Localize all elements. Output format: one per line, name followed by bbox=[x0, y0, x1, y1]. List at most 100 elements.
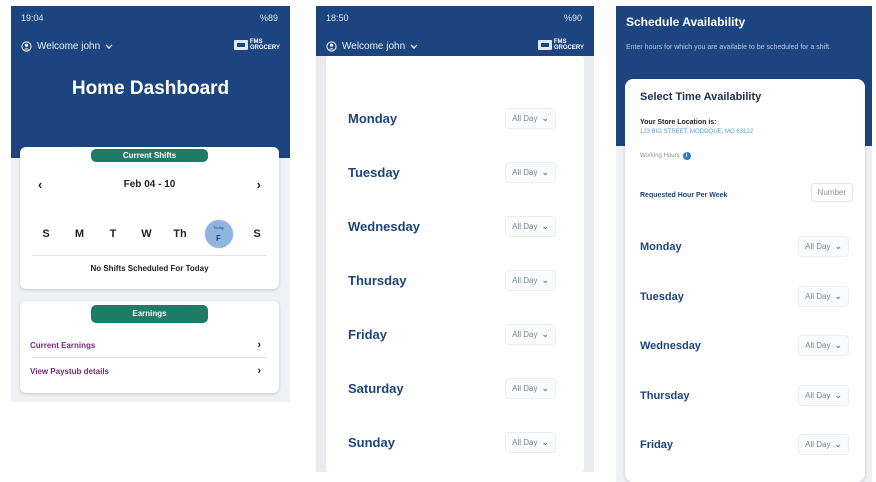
day-sunday[interactable]: S bbox=[36, 228, 56, 240]
day-name: Friday bbox=[640, 438, 674, 451]
day-select[interactable]: All Day ⌄ bbox=[798, 236, 849, 257]
day-select[interactable]: All Day ⌄ bbox=[505, 324, 556, 345]
day-select[interactable]: All Day ⌄ bbox=[798, 434, 849, 455]
day-select-value: All Day bbox=[805, 440, 831, 449]
day-thursday[interactable]: Th bbox=[170, 228, 190, 240]
welcome-label: Welcome john bbox=[342, 41, 406, 52]
page-title: Home Dashboard bbox=[71, 78, 230, 99]
day-name: Tuesday bbox=[348, 165, 400, 180]
day-row-thursday: Thursday All Day ⌄ bbox=[640, 385, 849, 406]
day-select[interactable]: All Day ⌄ bbox=[505, 378, 556, 399]
header: 19:04 %89 Welcome john FMS GROCERY Home … bbox=[11, 6, 290, 158]
chevron-down-icon: ⌄ bbox=[834, 291, 842, 301]
day-friday-label: F bbox=[216, 234, 221, 243]
day-select-value: All Day bbox=[805, 292, 831, 301]
no-shifts-message: No Shifts Scheduled For Today bbox=[90, 264, 209, 273]
day-row-friday: Friday All Day ⌄ bbox=[640, 434, 849, 455]
chevron-down-icon: ⌄ bbox=[834, 390, 842, 400]
chevron-down-icon: ⌄ bbox=[834, 439, 842, 449]
store-location-label: Your Store Location is: bbox=[640, 119, 717, 126]
day-row-tuesday: Tuesday All Day ⌄ bbox=[348, 162, 556, 183]
card-title: Select Time Availability bbox=[640, 91, 762, 103]
current-shifts-card: Current Shifts ‹ Feb 04 - 10 › S M T W T… bbox=[20, 147, 279, 289]
welcome-label: Welcome john bbox=[37, 41, 101, 52]
logo-line2: GROCERY bbox=[553, 45, 584, 51]
day-select[interactable]: All Day ⌄ bbox=[798, 385, 849, 406]
day-name: Monday bbox=[348, 111, 398, 126]
day-select-value: All Day bbox=[512, 168, 538, 177]
day-select[interactable]: All Day ⌄ bbox=[798, 286, 849, 307]
day-select-value: All Day bbox=[512, 114, 538, 123]
day-name: Friday bbox=[348, 327, 388, 342]
day-name: Wednesday bbox=[640, 339, 701, 352]
logo-line2: GROCERY bbox=[249, 45, 280, 51]
chevron-down-icon: ⌄ bbox=[541, 167, 549, 177]
status-battery: %90 bbox=[563, 13, 582, 23]
working-hours-label: Working Hours bbox=[640, 153, 680, 159]
page-title: Schedule Availability bbox=[626, 15, 746, 29]
current-earnings-link[interactable]: Current Earnings › bbox=[30, 339, 261, 351]
earnings-card: Earnings Current Earnings › View Paystub… bbox=[20, 301, 279, 393]
day-select[interactable]: All Day ⌄ bbox=[505, 162, 556, 183]
info-icon[interactable]: i bbox=[682, 152, 691, 160]
status-bar: 19:04 %89 bbox=[21, 13, 278, 25]
page-subtitle: Enter hours for which you are available … bbox=[626, 44, 832, 51]
header: 18:50 %90 Welcome john FMS GROCERY bbox=[316, 6, 594, 56]
welcome-menu[interactable]: Welcome john bbox=[21, 41, 113, 52]
chevron-down-icon: ⌄ bbox=[834, 340, 842, 350]
day-name: Monday bbox=[640, 240, 682, 253]
store-icon bbox=[537, 40, 552, 50]
user-circle-icon bbox=[21, 41, 32, 52]
day-row-wednesday: Wednesday All Day ⌄ bbox=[640, 335, 849, 356]
day-monday[interactable]: M bbox=[70, 228, 90, 240]
day-name: Thursday bbox=[640, 389, 690, 402]
day-wednesday[interactable]: W bbox=[137, 228, 157, 240]
chevron-left-icon[interactable]: ‹ bbox=[38, 177, 42, 192]
time-availability-card: Select Time Availability Your Store Loca… bbox=[625, 79, 865, 482]
chevron-right-icon: › bbox=[257, 339, 261, 351]
day-select[interactable]: All Day ⌄ bbox=[505, 108, 556, 129]
day-row-friday: Friday All Day ⌄ bbox=[348, 324, 556, 345]
working-hours: Working Hours i bbox=[640, 152, 691, 160]
week-label: Feb 04 - 10 bbox=[123, 179, 176, 190]
day-select-value: All Day bbox=[805, 391, 831, 400]
store-icon bbox=[233, 40, 248, 50]
day-select[interactable]: All Day ⌄ bbox=[505, 216, 556, 237]
day-select[interactable]: All Day ⌄ bbox=[505, 432, 556, 453]
requested-hours-input[interactable]: Number bbox=[810, 183, 853, 202]
current-shifts-pill: Current Shifts bbox=[91, 149, 208, 162]
chevron-down-icon: ⌄ bbox=[541, 275, 549, 285]
day-name: Tuesday bbox=[640, 290, 684, 303]
day-row-saturday: Saturday All Day ⌄ bbox=[348, 378, 556, 399]
day-select-value: All Day bbox=[805, 341, 831, 350]
store-location-link[interactable]: 123 BIG STREET, MODOQUE, MO 63122 bbox=[640, 129, 753, 135]
earnings-pill: Earnings bbox=[91, 305, 208, 323]
view-paystub-link[interactable]: View Paystub details › bbox=[30, 365, 261, 377]
day-select-value: All Day bbox=[512, 438, 538, 447]
chevron-down-icon: ⌄ bbox=[834, 241, 842, 251]
schedule-availability-screen: Schedule Availability Enter hours for wh… bbox=[616, 6, 872, 482]
welcome-menu[interactable]: Welcome john bbox=[326, 41, 418, 52]
availability-panel: Monday All Day ⌄ Tuesday All Day ⌄ Wednesd… bbox=[326, 56, 584, 472]
day-friday-today[interactable]: Today F bbox=[203, 219, 234, 249]
status-bar: 18:50 %90 bbox=[326, 13, 582, 25]
chevron-down-icon bbox=[105, 44, 113, 49]
chevron-down-icon: ⌄ bbox=[541, 437, 549, 447]
day-saturday[interactable]: S bbox=[247, 228, 267, 240]
day-select-value: All Day bbox=[512, 222, 538, 231]
day-select-value: All Day bbox=[512, 330, 538, 339]
requested-hours-label: Requested Hour Per Week bbox=[640, 192, 728, 199]
day-tuesday[interactable]: T bbox=[103, 228, 123, 240]
view-paystub-label: View Paystub details bbox=[30, 366, 109, 376]
brand-logo: FMS GROCERY bbox=[537, 39, 584, 51]
chevron-down-icon: ⌄ bbox=[541, 113, 549, 123]
day-select[interactable]: All Day ⌄ bbox=[798, 335, 849, 356]
availability-list-screen: 18:50 %90 Welcome john FMS GROCERY Monda… bbox=[316, 6, 594, 472]
chevron-right-icon[interactable]: › bbox=[257, 177, 261, 192]
week-navigator: ‹ Feb 04 - 10 › bbox=[38, 177, 261, 192]
divider bbox=[32, 255, 267, 256]
day-select[interactable]: All Day ⌄ bbox=[505, 270, 556, 291]
day-select-value: All Day bbox=[805, 242, 831, 251]
chevron-down-icon: ⌄ bbox=[541, 221, 549, 231]
home-dashboard-screen: 19:04 %89 Welcome john F M S GROCERY Home … bbox=[11, 6, 290, 402]
